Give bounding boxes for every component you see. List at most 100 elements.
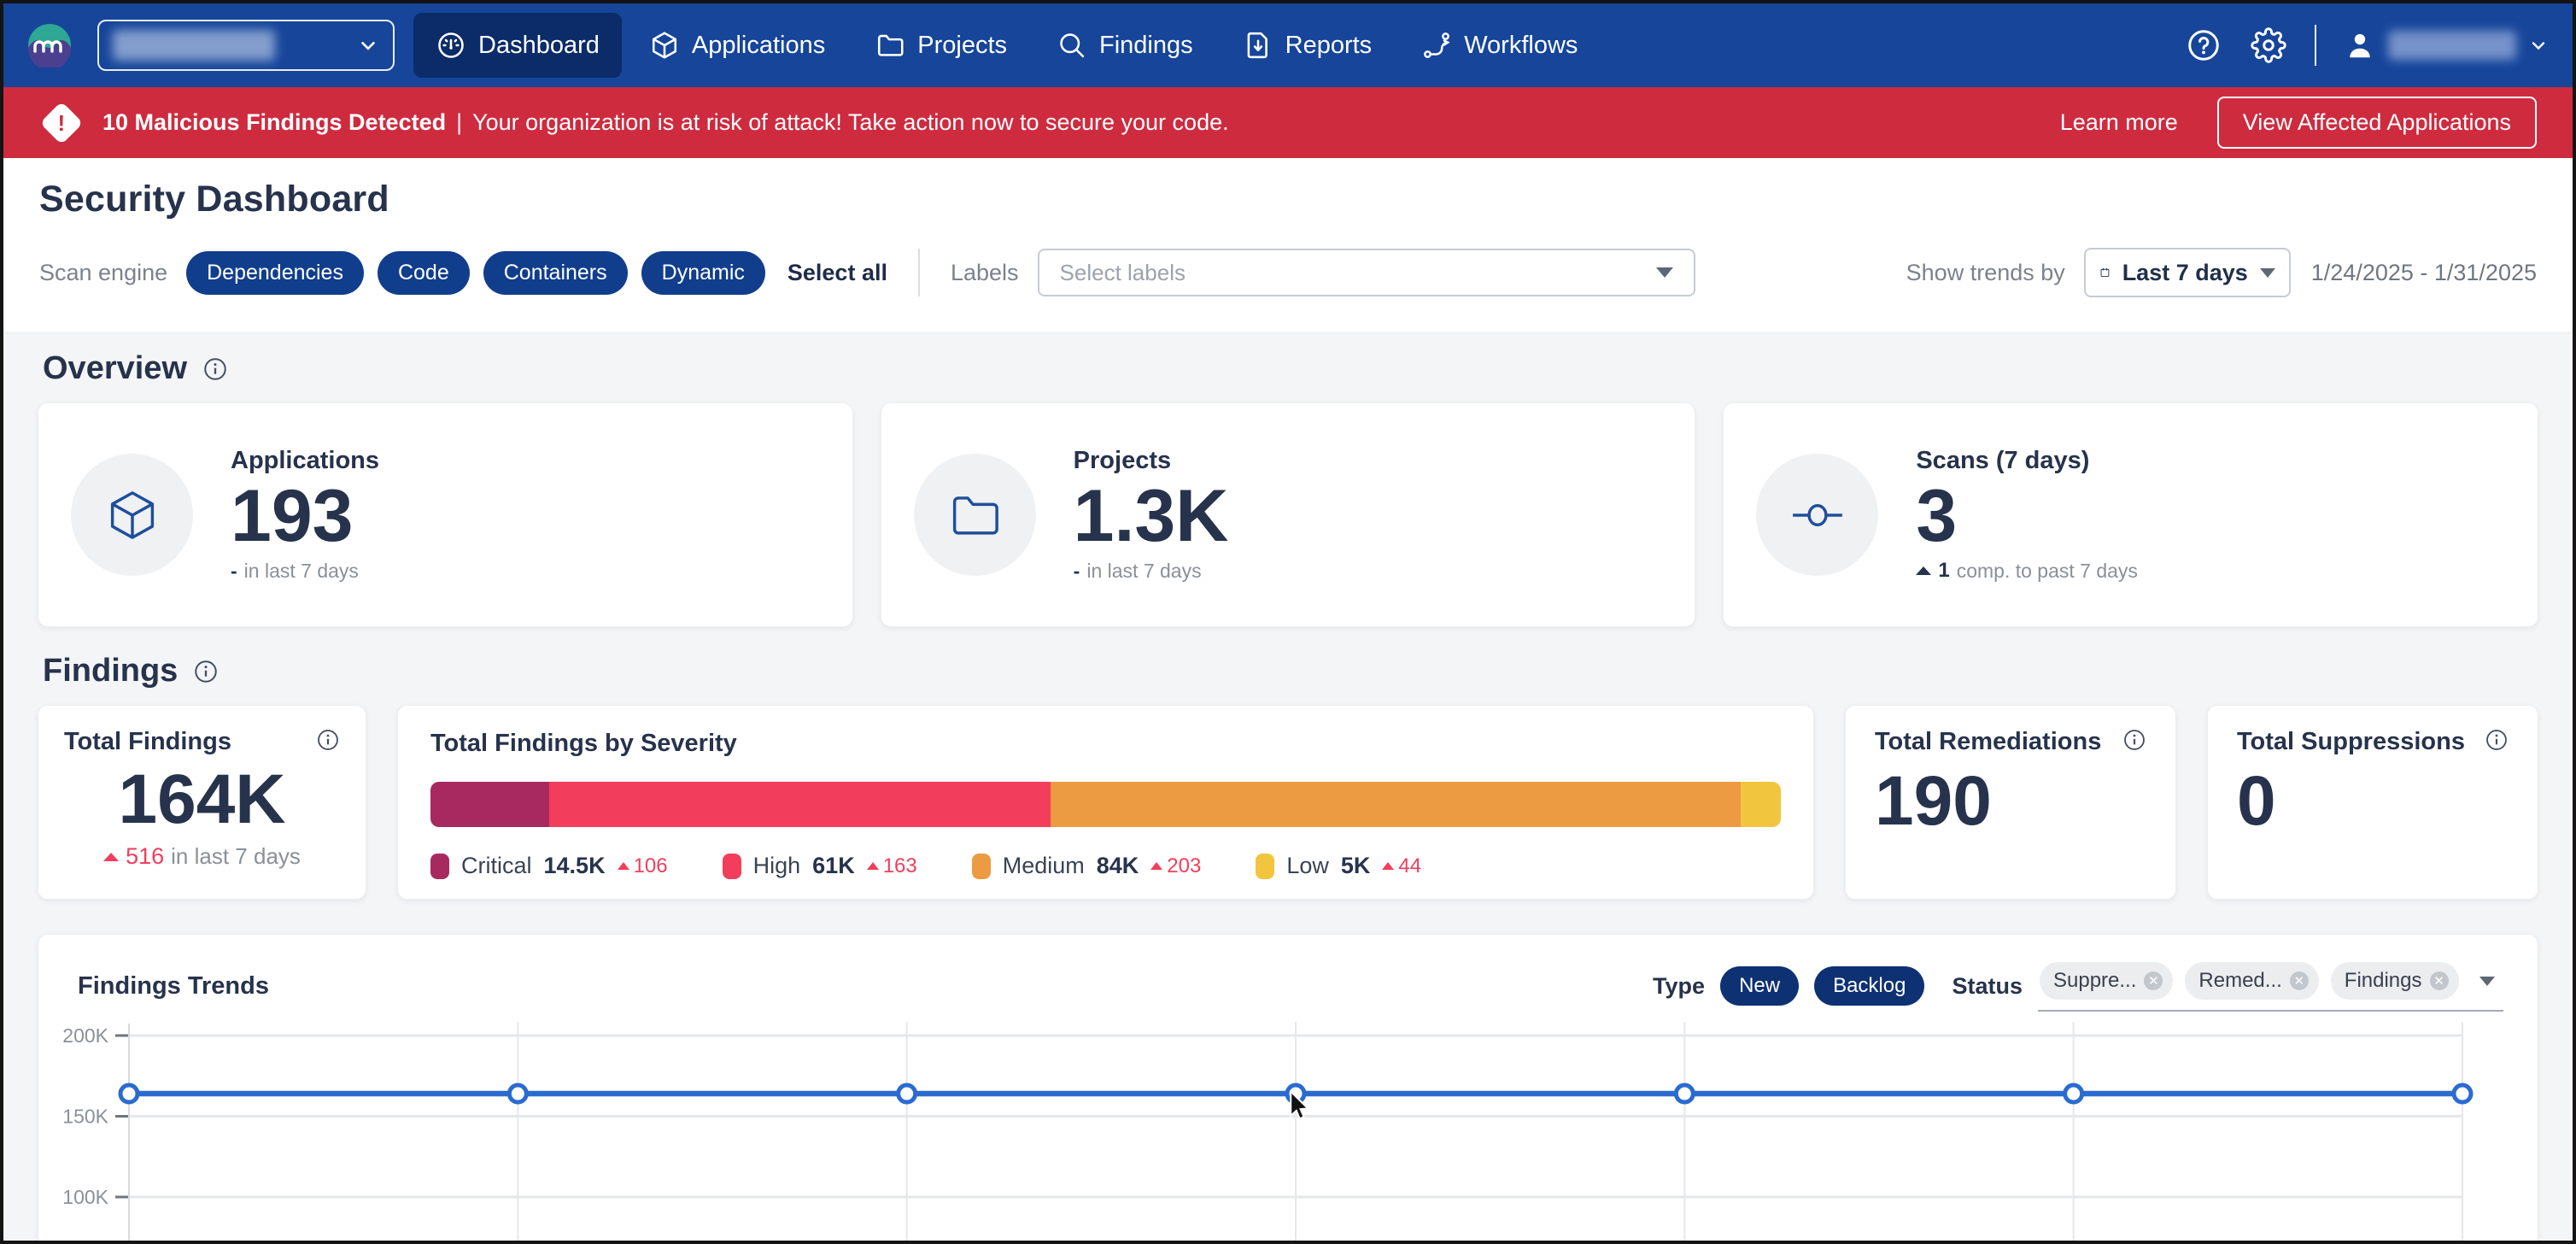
org-selector-value-redacted [113, 30, 275, 61]
nav-tab-label: Workflows [1464, 32, 1578, 60]
severity-segment-medium[interactable] [1051, 782, 1741, 827]
scan-engine-pill-dependencies[interactable]: Dependencies [186, 251, 364, 295]
total-findings-delta: 516 in last 7 days [64, 843, 340, 870]
calendar-icon [2099, 260, 2111, 285]
page-title: Security Dashboard [39, 179, 2537, 220]
severity-card: Total Findings by Severity Critical 14.5… [397, 705, 1814, 900]
total-findings-card[interactable]: Total Findings 164K 516 in last 7 days [38, 705, 366, 900]
chip-label: Findings [2345, 969, 2422, 993]
type-pill-new[interactable]: New [1720, 966, 1799, 1006]
labels-label: Labels [951, 260, 1019, 286]
findings-info-icon[interactable] [193, 659, 219, 684]
status-multiselect[interactable]: Suppre... ✕ Remed... ✕ Findings ✕ [2038, 960, 2503, 1012]
total-suppressions-card[interactable]: Total Suppressions 0 [2207, 705, 2538, 900]
nav-tab-projects[interactable]: Projects [852, 13, 1029, 78]
stat-label: Scans (7 days) [1916, 447, 2138, 475]
user-menu[interactable] [2344, 29, 2549, 62]
trends-header: Findings Trends Type New Backlog Status … [38, 935, 2538, 1012]
total-findings-info-icon[interactable] [316, 728, 340, 752]
delta-sub-text: in last 7 days [171, 843, 301, 870]
legend-swatch [972, 854, 991, 879]
help-icon [2186, 27, 2222, 63]
status-chip-findings[interactable]: Findings ✕ [2331, 962, 2459, 1000]
severity-segment-critical[interactable] [430, 782, 549, 827]
status-chip-suppressed[interactable]: Suppre... ✕ [2040, 962, 2173, 1000]
legend-delta: 203 [1150, 854, 1201, 878]
applications-stat-card[interactable]: Applications 193 - in last 7 days [38, 402, 853, 627]
chip-remove-icon[interactable]: ✕ [2430, 971, 2449, 990]
card-title: Total Remediations [1875, 728, 2101, 756]
total-suppressions-value: 0 [2237, 765, 2509, 838]
trends-title: Findings Trends [78, 972, 269, 1000]
stat-label: Applications [231, 447, 379, 475]
filter-bar: Security Dashboard Scan engine Dependenc… [3, 158, 2573, 332]
stat-sub: 1 comp. to past 7 days [1916, 559, 2138, 583]
severity-segment-high[interactable] [549, 782, 1051, 827]
nav-tab-applications[interactable]: Applications [627, 13, 847, 78]
legend-label: Medium [1003, 853, 1085, 879]
chip-remove-icon[interactable]: ✕ [2144, 971, 2163, 990]
legend-label: High [753, 853, 801, 879]
nav-tab-findings[interactable]: Findings [1034, 13, 1215, 78]
total-findings-value: 164K [64, 763, 340, 836]
legend-label: Low [1286, 853, 1329, 879]
learn-more-link[interactable]: Learn more [2060, 109, 2178, 136]
stat-sub: - in last 7 days [1074, 560, 1229, 583]
mend-logo[interactable] [27, 23, 72, 67]
legend-swatch [1256, 854, 1274, 879]
severity-segment-low[interactable] [1741, 782, 1781, 827]
applications-icon [649, 30, 680, 61]
main-nav: Dashboard Applications Projects [413, 13, 1600, 78]
labels-select[interactable]: Select labels [1038, 249, 1695, 296]
legend-swatch [723, 854, 741, 879]
chip-remove-icon[interactable]: ✕ [2290, 971, 2309, 990]
settings-button[interactable] [2250, 26, 2287, 64]
svg-text:200K: 200K [62, 1024, 108, 1047]
total-remediations-card[interactable]: Total Remediations 190 [1845, 705, 2176, 900]
projects-stat-card[interactable]: Projects 1.3K - in last 7 days [881, 402, 1696, 627]
trend-period-value: Last 7 days [2122, 260, 2248, 286]
org-selector[interactable] [97, 20, 395, 71]
projects-folder-icon [875, 30, 905, 61]
svg-text:150K: 150K [62, 1106, 108, 1128]
scans-stat-card[interactable]: Scans (7 days) 3 1 comp. to past 7 days [1723, 402, 2538, 627]
nav-tab-workflows[interactable]: Workflows [1399, 13, 1600, 78]
legend-value: 61K [812, 853, 855, 879]
card-title: Total Findings [64, 728, 231, 756]
filters-row: Scan engine Dependencies Code Containers… [39, 248, 2537, 297]
user-icon [2344, 29, 2376, 62]
legend-value: 84K [1097, 853, 1139, 879]
nav-tab-label: Dashboard [478, 32, 600, 60]
overview-section-head: Overview [43, 350, 2533, 387]
legend-item-high: High 61K 163 [723, 853, 917, 879]
scan-engine-pill-dynamic[interactable]: Dynamic [641, 251, 765, 295]
stat-sub-text: in last 7 days [244, 560, 359, 583]
type-label: Type [1653, 973, 1705, 1000]
scans-icon-circle [1756, 454, 1878, 576]
overview-info-icon[interactable] [202, 356, 228, 382]
gear-icon [2251, 27, 2286, 63]
scan-engine-pill-containers[interactable]: Containers [483, 251, 628, 295]
trend-period-select[interactable]: Last 7 days [2084, 248, 2291, 297]
user-name-redacted [2388, 31, 2516, 60]
suppressions-info-icon[interactable] [2485, 728, 2509, 752]
workflows-icon [1421, 30, 1452, 61]
legend-delta: 163 [867, 854, 917, 878]
folder-icon [946, 487, 1003, 543]
nav-tab-dashboard[interactable]: Dashboard [413, 13, 622, 78]
scan-engine-pill-code[interactable]: Code [378, 251, 470, 295]
legend-value: 5K [1341, 853, 1371, 879]
findings-cards: Total Findings 164K 516 in last 7 days T… [38, 705, 2538, 900]
view-affected-applications-button[interactable]: View Affected Applications [2217, 97, 2537, 149]
stat-delta: 1 [1938, 559, 1949, 583]
status-chip-remediated[interactable]: Remed... ✕ [2185, 962, 2318, 1000]
nav-tab-label: Findings [1099, 32, 1193, 60]
findings-trends-card: Findings Trends Type New Backlog Status … [38, 934, 2538, 1244]
nav-tab-reports[interactable]: Reports [1221, 13, 1395, 78]
help-button[interactable] [2185, 26, 2222, 64]
select-all-link[interactable]: Select all [787, 260, 887, 286]
remediations-info-icon[interactable] [2122, 728, 2146, 752]
type-pill-backlog[interactable]: Backlog [1814, 966, 1924, 1006]
legend-item-medium: Medium 84K 203 [972, 853, 1202, 879]
legend-delta: 106 [618, 854, 668, 878]
